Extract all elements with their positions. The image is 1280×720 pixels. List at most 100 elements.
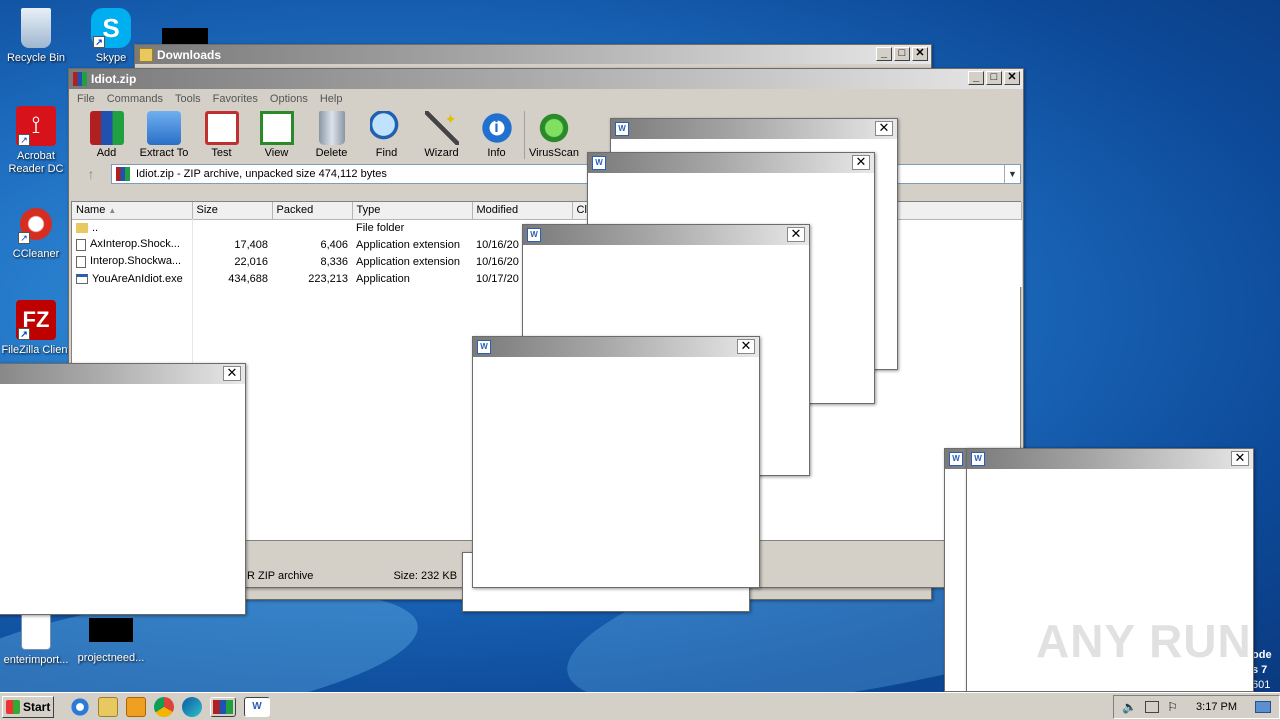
acrobat-icon: ⟟ ↗ (16, 106, 56, 146)
popup-close-button[interactable]: ✕ (737, 339, 755, 354)
row-name: Interop.Shockwa... (72, 253, 192, 270)
tool-label: Add (96, 147, 117, 159)
system-tray: 🔈 ⚐ 3:17 PM (1113, 695, 1280, 719)
flag-icon[interactable]: ⚐ (1167, 700, 1178, 714)
row-packed: 223,213 (308, 272, 348, 285)
explorer-icon[interactable] (98, 696, 118, 717)
tool-label: Delete (315, 147, 348, 159)
popup-app-icon[interactable]: W (244, 696, 270, 717)
popup-titlebar[interactable]: W✕ (611, 119, 897, 139)
ie-icon[interactable] (70, 696, 90, 717)
popup-close-button[interactable]: ✕ (787, 227, 805, 242)
menu-commands[interactable]: Commands (101, 93, 169, 105)
network-icon[interactable] (1145, 701, 1160, 713)
popup-titlebar[interactable]: W✕ (967, 449, 1253, 469)
desktop-icon-recycle-bin[interactable]: Recycle Bin (1, 8, 71, 65)
column-type[interactable]: Type (352, 202, 473, 220)
popup-close-button[interactable]: ✕ (852, 155, 870, 170)
desktop-icon-ccleaner[interactable]: ↗ CCleaner (1, 204, 71, 261)
desktop-icon-filezilla[interactable]: FZ ↗ FileZilla Client (1, 300, 71, 357)
row-type: Application extension (356, 255, 460, 268)
popup-titlebar[interactable]: W✕ (523, 225, 809, 245)
popup-window[interactable]: W✕ (0, 363, 246, 615)
close-button[interactable]: ✕ (912, 47, 928, 61)
find-button[interactable]: Find (359, 111, 414, 159)
menu-help[interactable]: Help (314, 93, 349, 105)
menu-tools[interactable]: Tools (169, 93, 207, 105)
extract-to-button[interactable]: Extract To (134, 111, 194, 159)
delete-button[interactable]: Delete (304, 111, 359, 159)
desktop-icon-label: Recycle Bin (6, 52, 66, 64)
menu-favorites[interactable]: Favorites (207, 93, 264, 105)
popup-titlebar[interactable]: W✕ (0, 364, 245, 384)
desktop-icon-label: Skype (95, 52, 127, 64)
desktop-icon-enterimport[interactable]: enterimport... (1, 610, 71, 667)
close-button[interactable]: ✕ (1004, 71, 1020, 85)
dll-file-icon (76, 238, 86, 251)
desktop-icon-label: enterimport... (3, 654, 69, 666)
virus-icon (537, 111, 571, 145)
virusscan-button[interactable]: VirusScan (524, 111, 579, 159)
extract-folder-icon (147, 111, 181, 145)
tool-label: Wizard (424, 147, 459, 159)
edge-text: ode s 7 601 (1252, 648, 1272, 692)
test-clipboard-icon (204, 111, 239, 145)
media-player-icon[interactable] (126, 696, 146, 717)
up-arrow-icon[interactable]: ↑ (71, 166, 111, 182)
info-icon: i (479, 111, 514, 145)
downloads-titlebar[interactable]: Downloads _ □ ✕ (135, 45, 931, 64)
winrar-icon[interactable] (210, 696, 236, 717)
chrome-icon[interactable] (154, 696, 174, 717)
popup-close-button[interactable]: ✕ (223, 366, 241, 381)
filezilla-icon: FZ ↗ (16, 300, 56, 340)
wizard-button[interactable]: ✦ Wizard (414, 111, 469, 159)
popup-app-icon: W (592, 156, 606, 170)
popup-window[interactable]: W✕ (472, 336, 760, 588)
black-window-fragment (162, 28, 208, 44)
skype-icon: S ↗ (91, 8, 131, 48)
menu-file[interactable]: File (71, 93, 101, 105)
view-book-icon (259, 111, 294, 145)
menu-bar: File Commands Tools Favorites Options He… (69, 89, 1023, 109)
row-size: 17,408 (234, 238, 268, 251)
info-button[interactable]: i Info (469, 111, 524, 159)
desktop-icon-label: FileZilla Client (1, 344, 71, 356)
file-name: Interop.Shockwa... (90, 255, 182, 268)
edge-icon[interactable] (182, 696, 202, 717)
winrar-titlebar[interactable]: Idiot.zip _ □ ✕ (69, 69, 1023, 89)
tool-label: Extract To (139, 147, 189, 159)
dll-file-icon (76, 255, 86, 268)
start-button[interactable]: Start (2, 695, 54, 718)
magnifier-icon (369, 111, 404, 145)
chevron-down-icon[interactable]: ▼ (1004, 165, 1020, 183)
popup-close-button[interactable]: ✕ (875, 121, 893, 136)
add-button[interactable]: Add (79, 111, 134, 159)
view-button[interactable]: View (249, 111, 304, 159)
popup-titlebar[interactable]: W✕ (588, 153, 874, 173)
anyrun-watermark: ANY RUN (1036, 615, 1252, 667)
minimize-button[interactable]: _ (876, 47, 892, 61)
row-name: YouAreAnIdiot.exe (72, 270, 192, 287)
desktop-icon-projectneed[interactable]: projectneed... (76, 610, 146, 665)
maximize-button[interactable]: □ (894, 47, 910, 61)
volume-icon[interactable]: 🔈 (1122, 700, 1137, 714)
popup-close-button[interactable]: ✕ (1231, 451, 1249, 466)
column-name[interactable]: Name ▲ (72, 202, 193, 220)
popup-titlebar[interactable]: W✕ (473, 337, 759, 357)
test-button[interactable]: Test (194, 111, 249, 159)
desktop-icon-label: Acrobat Reader DC (8, 150, 64, 175)
file-name: .. (92, 221, 99, 234)
column-size[interactable]: Size (192, 202, 273, 220)
row-size: 434,688 (228, 272, 268, 285)
column-modified[interactable]: Modified (472, 202, 573, 220)
minimize-button[interactable]: _ (968, 71, 984, 85)
maximize-button[interactable]: □ (986, 71, 1002, 85)
taskbar: Start W 🔈 ⚐ 3:17 PM (0, 692, 1280, 720)
desktop-icon-acrobat[interactable]: ⟟ ↗ Acrobat Reader DC (1, 106, 71, 176)
status-size: Size: 232 KB (393, 570, 458, 582)
menu-options[interactable]: Options (264, 93, 314, 105)
tool-label: View (264, 147, 289, 159)
show-desktop-icon[interactable] (1255, 701, 1271, 713)
clock[interactable]: 3:17 PM (1196, 701, 1237, 713)
column-packed[interactable]: Packed (272, 202, 353, 220)
